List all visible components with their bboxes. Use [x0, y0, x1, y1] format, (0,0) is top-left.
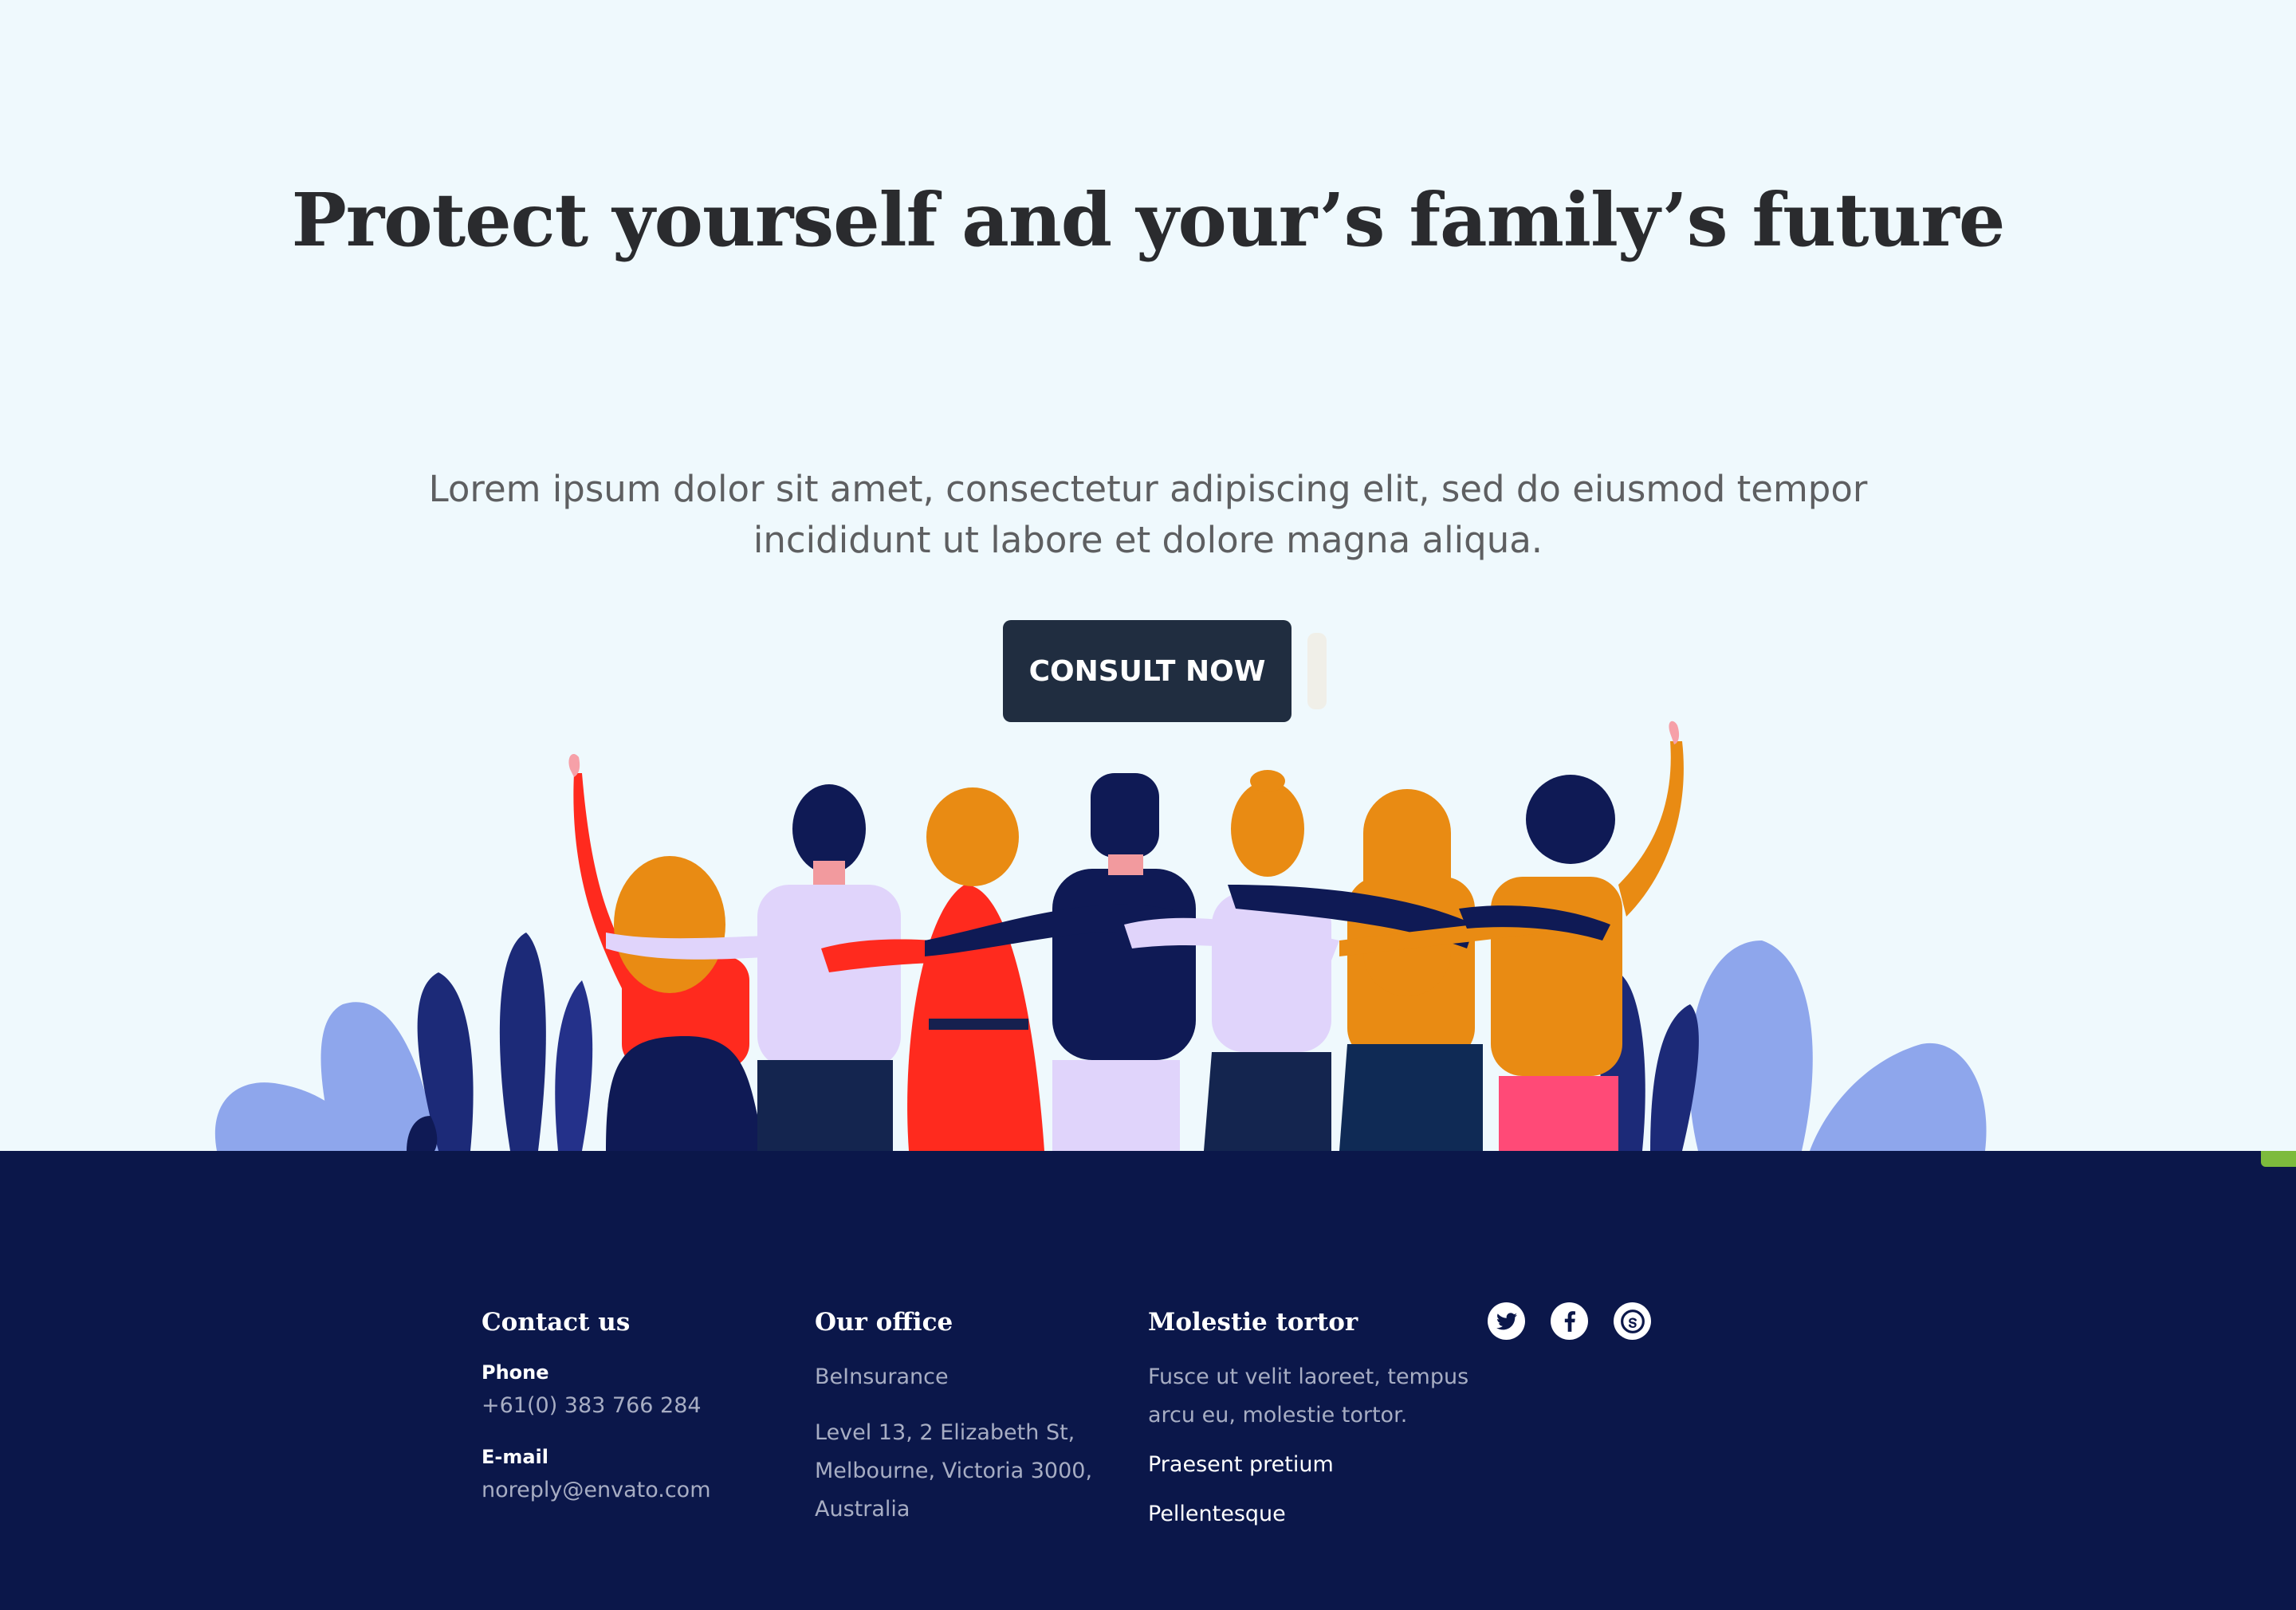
facebook-icon: [1564, 1310, 1575, 1332]
facebook-link[interactable]: [1551, 1302, 1588, 1340]
office-address-line3: Australia: [815, 1497, 910, 1522]
twitter-icon: [1496, 1312, 1517, 1329]
phone-label: Phone: [482, 1361, 549, 1384]
footer-link-pellentesque[interactable]: Pellentesque: [1148, 1495, 1468, 1533]
accent-tab: [2261, 1151, 2296, 1167]
links-description-line2: arcu eu, molestie tortor.: [1148, 1403, 1408, 1427]
links-title: Molestie tortor: [1148, 1308, 1358, 1337]
office-column: Our office BeInsurance Level 13, 2 Eliza…: [815, 1304, 1092, 1529]
links-column: Molestie tortor Fusce ut velit laoreet, …: [1148, 1304, 1468, 1533]
office-title: Our office: [815, 1308, 953, 1337]
links-description-line1: Fusce ut velit laoreet, tempus: [1148, 1365, 1469, 1389]
email-value: noreply@envato.com: [482, 1478, 711, 1502]
hero-description: Lorem ipsum dolor sit amet, consectetur …: [428, 468, 1868, 561]
twitter-link[interactable]: [1488, 1302, 1525, 1340]
footer-link-praesent[interactable]: Praesent pretium: [1148, 1446, 1468, 1484]
skype-icon: [1620, 1309, 1645, 1333]
contact-column: Contact us Phone +61(0) 383 766 284 E-ma…: [482, 1304, 711, 1510]
email-label: E-mail: [482, 1446, 549, 1468]
phone-value: +61(0) 383 766 284: [482, 1393, 702, 1418]
contact-title: Contact us: [482, 1308, 631, 1337]
office-address-line1: Level 13, 2 Elizabeth St,: [815, 1420, 1075, 1445]
hero-section: Protect yourself and your’s family’s fut…: [0, 0, 2296, 1151]
social-links: [1488, 1302, 1651, 1340]
group-hug-illustration: [214, 721, 1987, 1151]
skype-link[interactable]: [1614, 1302, 1651, 1340]
hero-title: Protect yourself and your’s family’s fut…: [291, 177, 2006, 263]
office-address-line2: Melbourne, Victoria 3000,: [815, 1459, 1093, 1483]
office-company: BeInsurance: [815, 1365, 949, 1389]
